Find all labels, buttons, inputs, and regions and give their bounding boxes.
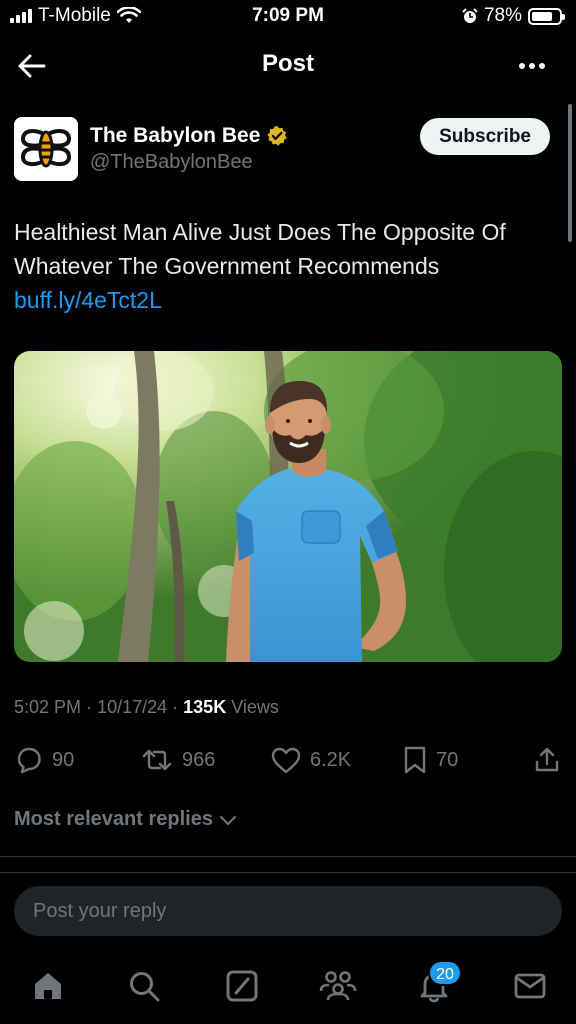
communities-icon	[319, 971, 357, 1001]
repost-count: 966	[182, 748, 216, 771]
author-handle[interactable]: @TheBabylonBee	[90, 151, 253, 174]
battery-icon	[528, 7, 565, 25]
post-image[interactable]	[14, 351, 562, 662]
tab-communities[interactable]	[318, 966, 358, 1006]
post-body: Healthiest Man Alive Just Does The Oppos…	[14, 219, 506, 279]
replies-sort-dropdown[interactable]: Most relevant replies	[14, 808, 237, 831]
scrollbar[interactable]	[568, 104, 572, 242]
more-options-icon[interactable]	[514, 48, 550, 84]
notifications-badge: 20	[428, 960, 462, 986]
battery-percent: 78%	[483, 5, 522, 26]
chevron-down-icon	[219, 815, 236, 825]
reply-input[interactable]: Post your reply	[14, 886, 562, 936]
post-date: 10/17/24	[97, 697, 168, 717]
post-text: Healthiest Man Alive Just Does The Oppos…	[14, 215, 556, 317]
reply-button[interactable]: 90	[14, 740, 74, 780]
post-actions: 90 966 6.2K 70	[14, 740, 562, 780]
bookmark-count: 70	[436, 748, 459, 771]
post-meta: 5:02 PM · 10/17/24 · 135K Views	[14, 697, 279, 717]
divider	[0, 872, 576, 873]
avatar[interactable]	[14, 117, 78, 181]
man-in-park-photo	[14, 351, 562, 662]
mail-icon	[514, 973, 546, 999]
replies-sort-label: Most relevant replies	[14, 808, 213, 830]
views-label: Views	[231, 697, 279, 717]
post-time: 5:02 PM	[14, 697, 82, 717]
home-icon	[35, 973, 61, 999]
heart-icon	[271, 747, 301, 774]
share-icon	[535, 747, 559, 772]
post-link[interactable]: buff.ly/4eTct2L	[14, 287, 162, 313]
reply-icon	[17, 747, 41, 774]
tab-search[interactable]	[124, 966, 164, 1006]
views-count[interactable]: 135K	[183, 697, 226, 717]
nav-header: Post	[0, 34, 576, 96]
alarm-icon	[462, 8, 478, 23]
babylon-bee-logo-icon	[14, 117, 78, 181]
divider	[0, 856, 576, 857]
tab-messages[interactable]	[510, 966, 550, 1006]
search-icon	[130, 972, 160, 1002]
reply-count: 90	[52, 748, 75, 771]
bookmark-button[interactable]: 70	[402, 740, 458, 780]
status-bar: T-Mobile 7:09 PM 78%	[0, 0, 576, 34]
subscribe-button[interactable]: Subscribe	[420, 118, 550, 155]
status-right: 78%	[462, 5, 565, 27]
tab-home[interactable]	[28, 966, 68, 1006]
tab-grok[interactable]	[222, 966, 262, 1006]
verified-badge-icon	[267, 126, 288, 146]
author-name-text: The Babylon Bee	[90, 124, 261, 147]
bookmark-icon	[404, 746, 426, 774]
like-button[interactable]: 6.2K	[270, 740, 351, 780]
share-button[interactable]	[532, 740, 562, 780]
repost-button[interactable]: 966	[140, 740, 215, 780]
bottom-tab-bar: 20	[0, 950, 576, 1024]
grok-icon	[226, 970, 258, 1002]
author-name[interactable]: The Babylon Bee	[90, 124, 288, 148]
author-row: The Babylon Bee @TheBabylonBee Subscribe	[14, 117, 550, 183]
like-count: 6.2K	[310, 748, 352, 771]
tab-notifications[interactable]: 20	[414, 960, 462, 1006]
repost-icon	[142, 749, 172, 771]
page-title: Post	[261, 50, 314, 77]
